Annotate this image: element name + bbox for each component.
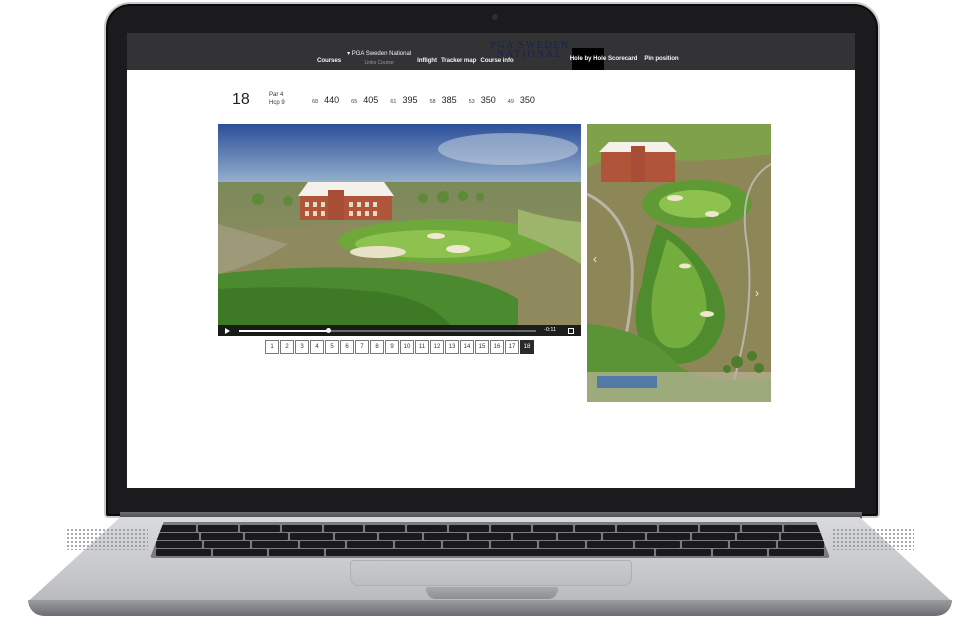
- hole-button-6[interactable]: 6: [340, 340, 354, 354]
- hole-button-18[interactable]: 18: [520, 340, 534, 354]
- hole-number: 18: [232, 91, 250, 108]
- hole-button-17[interactable]: 17: [505, 340, 519, 354]
- nav-hole-by-hole[interactable]: Hole by Hole: [570, 48, 606, 70]
- course-select-label: ▾ PGA Sweden National: [347, 50, 411, 57]
- hole-button-2[interactable]: 2: [280, 340, 294, 354]
- hole-info-row: 18 Par 4 Hcp 9 68 440 65 405 61 395 58 385 53 350…: [232, 89, 652, 115]
- hole-flyover-video[interactable]: -0:11: [218, 124, 581, 336]
- video-progress-bar[interactable]: [239, 328, 536, 333]
- map-prev-arrow-icon[interactable]: ‹: [593, 252, 597, 266]
- tee-hcp: 68: [312, 99, 319, 105]
- nav-tracker-map[interactable]: Tracker map: [439, 57, 478, 70]
- nav-courses[interactable]: Courses: [315, 57, 343, 70]
- hole-hcp: Hcp 9: [269, 100, 285, 106]
- hole-button-12[interactable]: 12: [430, 340, 444, 354]
- tee-hcp: 53: [468, 99, 475, 105]
- flyover-scene: [218, 124, 581, 336]
- speaker-grille-right: [832, 528, 914, 550]
- hole-button-10[interactable]: 10: [400, 340, 414, 354]
- tee-length: 350: [480, 95, 496, 105]
- hole-button-8[interactable]: 8: [370, 340, 384, 354]
- laptop-base-edge: [28, 600, 952, 616]
- tee-hcp: 58: [429, 99, 436, 105]
- tee-length: 350: [519, 95, 535, 105]
- nav-inflight[interactable]: Inflight: [415, 57, 439, 70]
- key-row: [150, 549, 830, 556]
- tee-lengths: 68 440 65 405 61 395 58 385 53 350 49 350: [312, 95, 541, 105]
- hole-button-3[interactable]: 3: [295, 340, 309, 354]
- play-icon[interactable]: [225, 328, 230, 334]
- lid-opening-notch: [426, 587, 558, 599]
- hole-button-5[interactable]: 5: [325, 340, 339, 354]
- fullscreen-icon[interactable]: [568, 328, 574, 334]
- hole-aerial-map[interactable]: ‹ ›: [587, 124, 771, 402]
- tee-length: 440: [324, 95, 340, 105]
- tee-length: 395: [402, 95, 418, 105]
- hole-par: Par 4: [269, 92, 284, 98]
- screen: Courses ▾ PGA Sweden National Links Cour…: [127, 33, 855, 488]
- hole-selector: 1 2 3 4 5 6 7 8 9 10 11 12 13 14 15 16 17 18: [265, 340, 534, 354]
- hole-button-9[interactable]: 9: [385, 340, 399, 354]
- nav-scorecard[interactable]: Scorecard: [606, 55, 639, 68]
- hole-button-13[interactable]: 13: [445, 340, 459, 354]
- hole-button-14[interactable]: 14: [460, 340, 474, 354]
- clubhouse: [298, 182, 394, 220]
- hole-button-7[interactable]: 7: [355, 340, 369, 354]
- tee-hcp: 61: [390, 99, 397, 105]
- course-select-value: PGA Sweden National: [351, 51, 412, 57]
- hole-button-1[interactable]: 1: [265, 340, 279, 354]
- key-row: [150, 541, 830, 548]
- app-header: Courses ▾ PGA Sweden National Links Cour…: [127, 33, 855, 70]
- aerial-map-scene: [587, 124, 771, 402]
- trackpad: [350, 560, 632, 586]
- secondary-nav: Scorecard Pin position: [606, 55, 681, 68]
- main-nav: Courses ▾ PGA Sweden National Links Cour…: [315, 46, 516, 70]
- course-dropdown[interactable]: ▾ PGA Sweden National Links Course: [343, 50, 415, 70]
- pga-sweden-national-logo[interactable]: PGA SWEDEN NATIONAL: [489, 41, 571, 60]
- tee-length: 405: [363, 95, 379, 105]
- hole-button-16[interactable]: 16: [490, 340, 504, 354]
- keyboard: [150, 522, 830, 558]
- nav-pin-position[interactable]: Pin position: [642, 55, 680, 68]
- map-next-arrow-icon[interactable]: ›: [755, 286, 759, 300]
- key-row: [150, 525, 830, 532]
- video-progress-handle[interactable]: [325, 328, 331, 333]
- video-progress-fill: [239, 330, 329, 332]
- key-row: [150, 533, 830, 540]
- hole-button-11[interactable]: 11: [415, 340, 429, 354]
- tee-hcp: 49: [507, 99, 514, 105]
- chevron-down-icon: ▾: [347, 51, 351, 57]
- par-hcp-block: Par 4 Hcp 9: [269, 91, 285, 107]
- video-controls: -0:11: [218, 325, 581, 336]
- clubhouse-aerial: [599, 142, 677, 182]
- hole-button-4[interactable]: 4: [310, 340, 324, 354]
- tee-hcp: 65: [351, 99, 358, 105]
- course-sub-label: Links Course: [364, 60, 394, 66]
- speaker-grille-left: [66, 528, 148, 550]
- video-time-remaining: -0:11: [544, 327, 557, 333]
- logo-line-2: NATIONAL: [496, 49, 564, 60]
- hole-button-15[interactable]: 15: [475, 340, 489, 354]
- tee-length: 385: [441, 95, 457, 105]
- camera: [492, 14, 498, 20]
